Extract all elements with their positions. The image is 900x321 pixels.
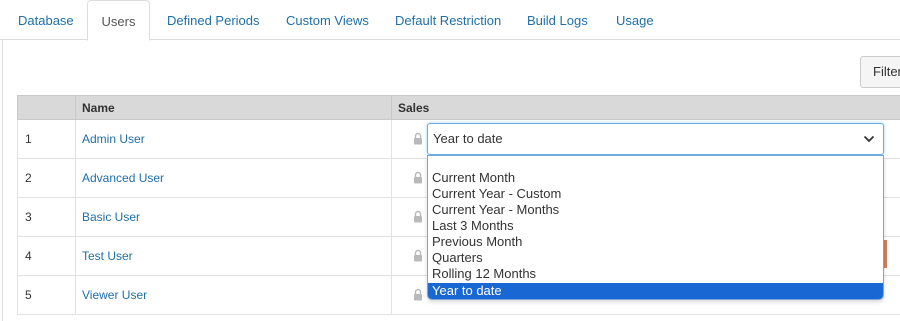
column-divider: [75, 198, 76, 237]
column-divider: [391, 237, 392, 276]
column-divider: [391, 276, 392, 315]
chevron-down-icon[interactable]: [863, 134, 875, 144]
column-divider: [75, 96, 76, 121]
lock-icon: [414, 249, 422, 262]
column-divider: [391, 96, 392, 121]
tab-users[interactable]: Users: [87, 0, 150, 41]
option-last-3-months[interactable]: Last 3 Months: [428, 218, 883, 234]
option-year-to-date[interactable]: Year to date: [428, 283, 883, 299]
option-current-year-custom[interactable]: Current Year - Custom: [428, 186, 883, 202]
lock-icon: [414, 288, 422, 301]
lock-icon: [414, 132, 422, 145]
user-name-link[interactable]: Admin User: [82, 120, 145, 158]
column-divider: [391, 159, 392, 198]
user-name-link[interactable]: Basic User: [82, 198, 140, 236]
tab-build-logs[interactable]: Build Logs: [527, 0, 588, 40]
column-header-name: Name: [82, 101, 115, 115]
column-divider: [75, 237, 76, 276]
column-header-sales: Sales: [398, 101, 430, 115]
select-current-value: Year to date: [433, 131, 503, 146]
tab-usage[interactable]: Usage: [616, 0, 654, 40]
column-divider: [75, 159, 76, 198]
option-previous-month[interactable]: Previous Month: [428, 234, 883, 250]
partially-hidden-field-edge: [884, 240, 887, 268]
tab-default-restriction[interactable]: Default Restriction: [395, 0, 501, 40]
tab-database[interactable]: Database: [18, 0, 74, 40]
row-number: 4: [25, 249, 32, 263]
tab-custom-views[interactable]: Custom Views: [286, 0, 369, 40]
column-divider: [391, 198, 392, 237]
user-name-link[interactable]: Test User: [82, 237, 133, 275]
filter-button[interactable]: Filter: [860, 56, 900, 88]
column-divider: [75, 276, 76, 315]
option-current-month[interactable]: Current Month: [428, 170, 883, 186]
tab-defined-periods[interactable]: Defined Periods: [167, 0, 260, 40]
row-number: 3: [25, 210, 32, 224]
table-header: Name Sales: [17, 95, 900, 121]
option-quarters[interactable]: Quarters: [428, 250, 883, 266]
row-number: 1: [25, 132, 32, 146]
tab-bar: Database Users Defined Periods Custom Vi…: [0, 0, 900, 41]
user-name-link[interactable]: Viewer User: [82, 276, 147, 314]
lock-icon: [414, 171, 422, 184]
column-divider: [75, 120, 76, 159]
sales-period-options: Current Month Current Year - Custom Curr…: [427, 155, 884, 300]
option-rolling-12-months[interactable]: Rolling 12 Months: [428, 266, 883, 282]
lock-icon: [414, 210, 422, 223]
user-name-link[interactable]: Advanced User: [82, 159, 164, 197]
row-number: 5: [25, 288, 32, 302]
option-current-year-months[interactable]: Current Year - Months: [428, 202, 883, 218]
sales-period-select[interactable]: Year to date: [427, 123, 884, 155]
row-number: 2: [25, 171, 32, 185]
column-divider: [391, 120, 392, 159]
